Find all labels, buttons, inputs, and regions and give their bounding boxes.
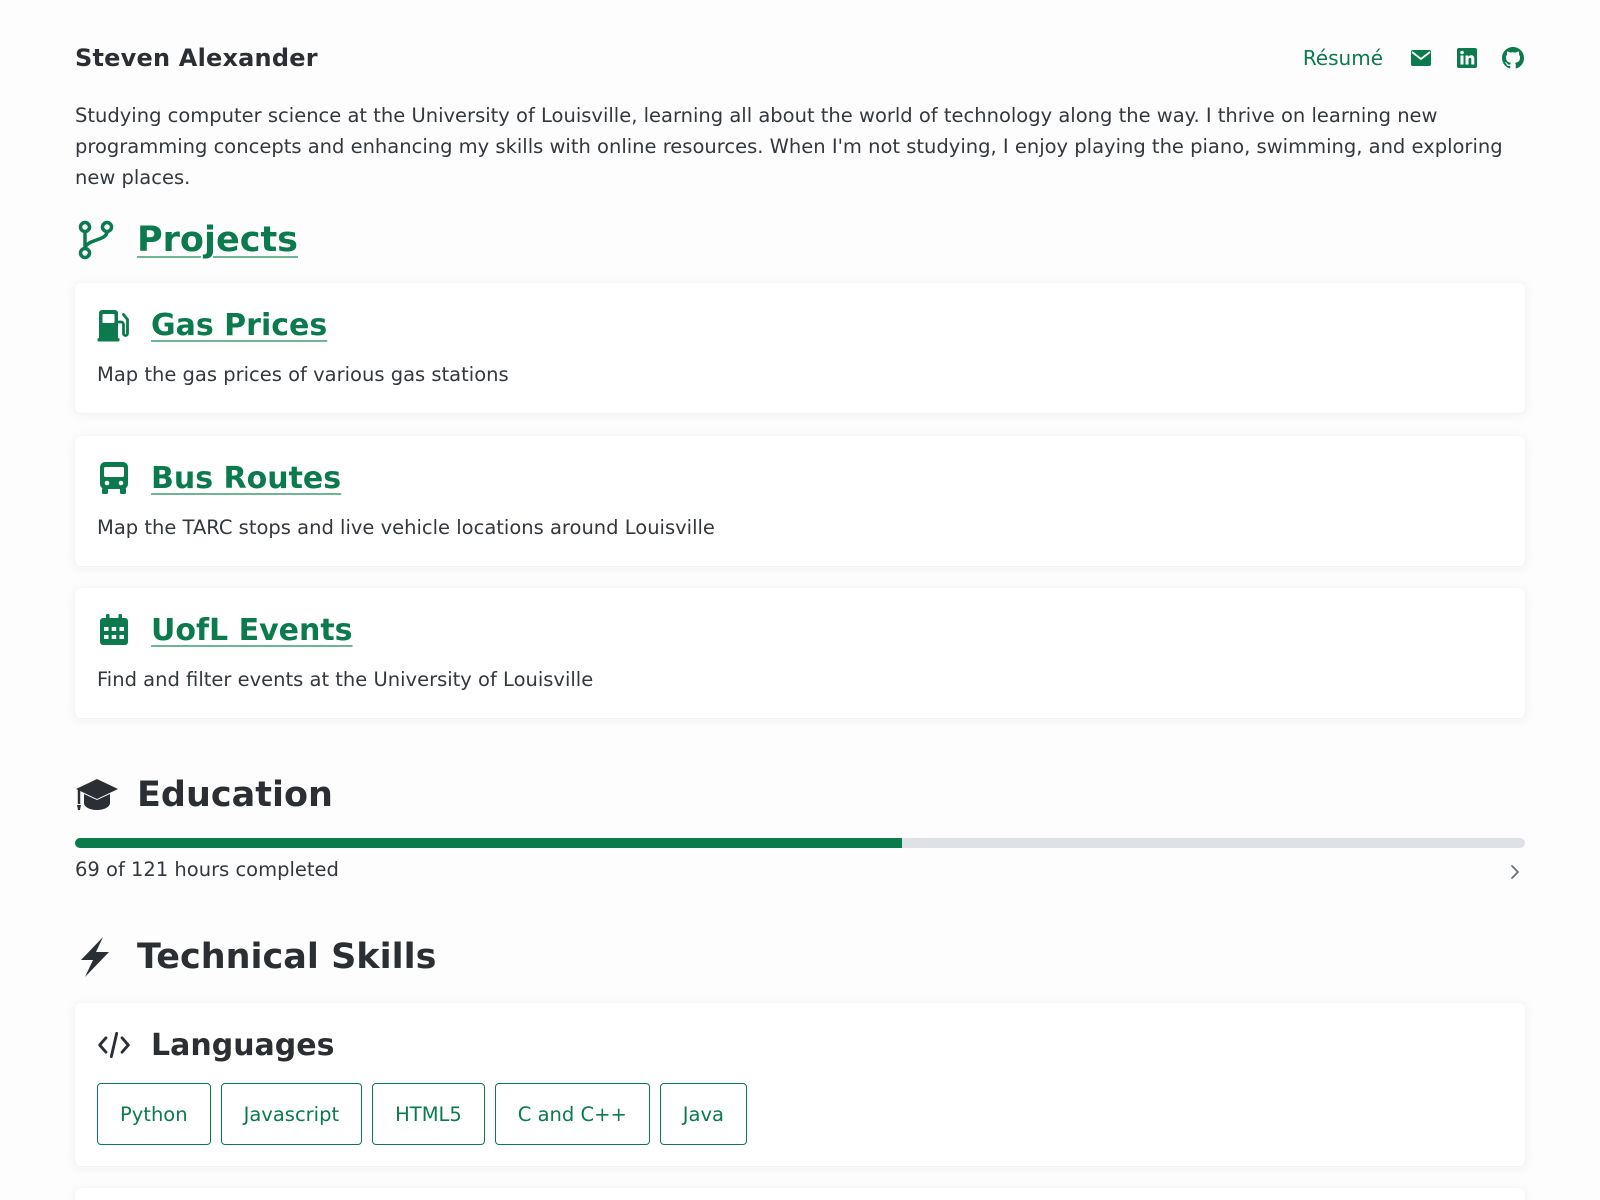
bus-icon <box>97 460 131 496</box>
skills-heading: Technical Skills <box>75 930 436 984</box>
project-card-bus-routes: Bus Routes Map the TARC stops and live v… <box>75 436 1525 566</box>
project-description: Map the gas prices of various gas statio… <box>97 363 509 386</box>
education-progress-fill <box>75 838 902 848</box>
github-icon[interactable] <box>1501 46 1525 70</box>
projects-title[interactable]: Projects <box>137 220 298 260</box>
project-title-row: UofL Events <box>97 610 353 650</box>
bolt-icon <box>75 934 125 980</box>
education-progress-bar <box>75 838 1525 848</box>
code-branch-icon <box>75 217 125 263</box>
header: Steven Alexander Résumé <box>75 40 1525 80</box>
project-description: Map the TARC stops and live vehicle loca… <box>97 516 715 539</box>
education-heading: Education <box>75 768 333 822</box>
languages-title-row: Languages <box>97 1025 334 1065</box>
next-skills-card <box>75 1188 1525 1200</box>
education-title: Education <box>137 775 333 815</box>
project-title-row: Bus Routes <box>97 458 341 498</box>
skill-chip-python[interactable]: Python <box>97 1083 211 1145</box>
project-title[interactable]: UofL Events <box>151 613 353 648</box>
header-links: Résumé <box>1303 46 1525 70</box>
code-icon <box>97 1027 131 1063</box>
calendar-icon <box>97 612 131 648</box>
project-card-uofl-events: UofL Events Find and filter events at th… <box>75 588 1525 718</box>
project-title[interactable]: Gas Prices <box>151 308 327 343</box>
languages-title: Languages <box>151 1027 335 1063</box>
skill-chip-javascript[interactable]: Javascript <box>220 1083 363 1145</box>
project-title-row: Gas Prices <box>97 305 327 345</box>
language-chips: Python Javascript HTML5 C and C++ Java <box>97 1083 747 1145</box>
project-card-gas-prices: Gas Prices Map the gas prices of various… <box>75 283 1525 413</box>
education-progress-text: 69 of 121 hours completed <box>75 858 339 881</box>
gas-pump-icon <box>97 307 131 343</box>
skills-title: Technical Skills <box>137 937 437 977</box>
project-title[interactable]: Bus Routes <box>151 461 341 496</box>
languages-card: Languages Python Javascript HTML5 C and … <box>75 1003 1525 1166</box>
skill-chip-java[interactable]: Java <box>659 1083 747 1145</box>
project-description: Find and filter events at the University… <box>97 668 594 691</box>
graduation-cap-icon <box>75 772 125 818</box>
linkedin-icon[interactable] <box>1455 46 1479 70</box>
skill-chip-c-cpp[interactable]: C and C++ <box>494 1083 650 1145</box>
page: Steven Alexander Résumé Studying compute… <box>0 0 1600 1200</box>
resume-link[interactable]: Résumé <box>1303 46 1383 70</box>
bio-text: Studying computer science at the Univers… <box>75 104 1503 189</box>
chevron-right-icon[interactable] <box>1505 862 1525 882</box>
site-name: Steven Alexander <box>75 44 318 72</box>
envelope-icon[interactable] <box>1409 46 1433 70</box>
skill-chip-html5[interactable]: HTML5 <box>372 1083 485 1145</box>
projects-heading: Projects <box>75 213 298 267</box>
